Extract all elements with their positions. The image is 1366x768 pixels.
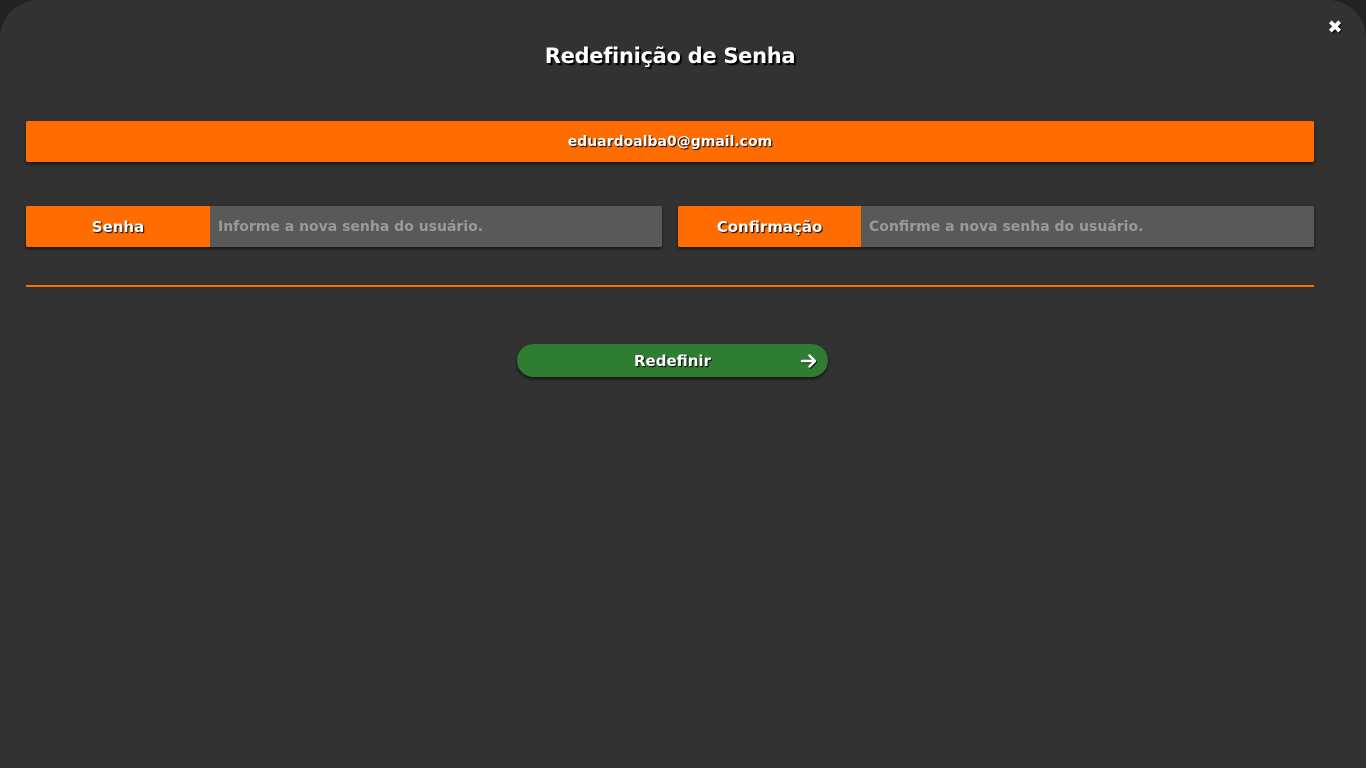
user-email-display: eduardoalba0@gmail.com — [26, 121, 1314, 162]
section-divider — [26, 285, 1314, 287]
password-reset-dialog: ✖ Redefinição de Senha eduardoalba0@gmai… — [0, 0, 1366, 768]
password-label: Senha — [26, 206, 210, 247]
arrow-right-icon — [800, 354, 818, 369]
confirmation-label: Confirmação — [678, 206, 861, 247]
close-icon[interactable]: ✖ — [1324, 17, 1346, 39]
password-field-group: Senha — [26, 206, 662, 247]
dialog-title: Redefinição de Senha — [544, 44, 796, 68]
password-input[interactable] — [210, 206, 662, 247]
user-email-text: eduardoalba0@gmail.com — [567, 133, 773, 150]
reset-submit-button[interactable]: Redefinir — [517, 344, 828, 377]
submit-button-label: Redefinir — [634, 351, 711, 370]
confirmation-field-group: Confirmação — [678, 206, 1314, 247]
confirmation-input[interactable] — [861, 206, 1314, 247]
